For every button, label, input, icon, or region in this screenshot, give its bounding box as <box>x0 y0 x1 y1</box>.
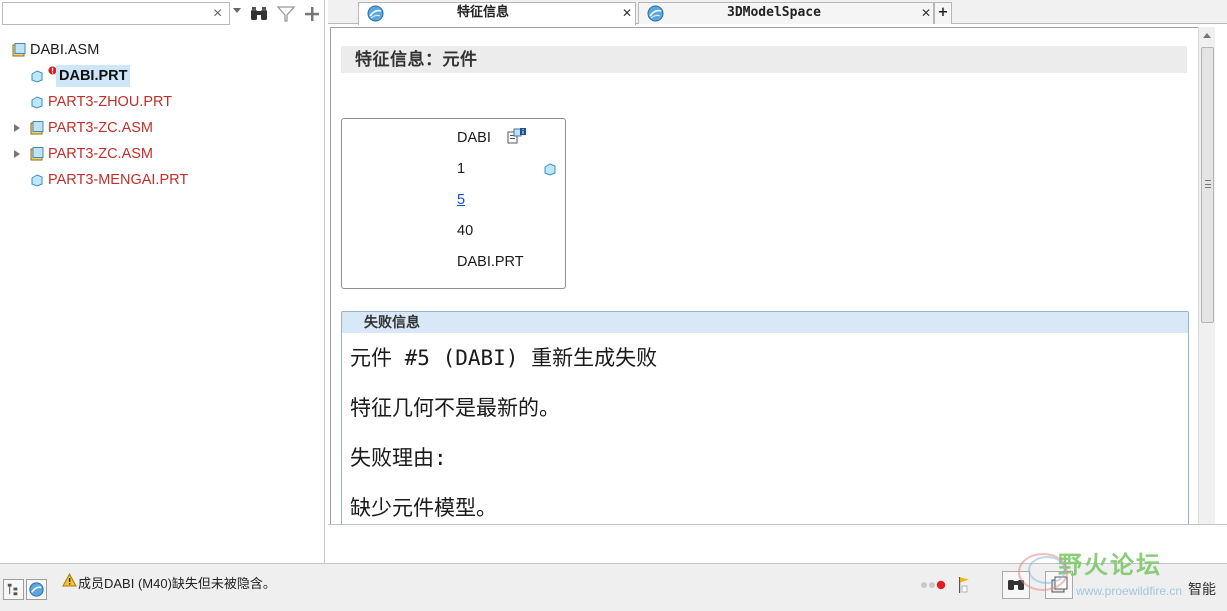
binoculars-icon[interactable] <box>249 4 269 24</box>
browser-globe-icon <box>647 5 664 22</box>
component-info-box: 装配 名称: DABI 元件编号: 1 特征编号: 5 内部特征ID <box>341 118 566 289</box>
warning-icon <box>62 573 77 587</box>
filter-icon[interactable] <box>276 4 296 24</box>
part-icon <box>31 70 43 83</box>
failure-line: 特征几何不是最新的。 <box>350 396 560 420</box>
tab-3d-model-space[interactable]: 3DModelSpace ✕ <box>638 2 934 24</box>
expand-arrow-icon[interactable] <box>14 150 20 158</box>
chevron-down-icon[interactable] <box>233 8 241 13</box>
part-icon <box>31 174 43 187</box>
tab-feature-info[interactable]: 特征信息 ✕ <box>358 2 636 25</box>
info-value: DABI <box>457 130 491 146</box>
tree-item-label: PART3-MENGAI.PRT <box>48 172 189 188</box>
close-tab-icon[interactable]: ✕ <box>622 3 632 23</box>
feature-info-page: 特征信息：元件 装配 名称: DABI 元件编号: 1 特征编号: 5 <box>330 27 1198 524</box>
tree-toggle-icon[interactable] <box>3 579 24 600</box>
model-tree-toolbar: × <box>0 0 325 28</box>
browser-toggle-icon[interactable] <box>26 579 47 600</box>
flag-icon[interactable] <box>957 576 971 594</box>
grip-icon <box>1205 180 1211 188</box>
assembly-icon <box>30 121 44 135</box>
new-tab-button[interactable]: + <box>934 2 952 24</box>
tree-item-label: PART3-ZHOU.PRT <box>48 94 173 110</box>
tree-item-label: DABI.PRT <box>56 65 131 87</box>
tree-item-part-selected[interactable]: DABI.PRT <box>28 65 308 87</box>
vertical-scrollbar[interactable] <box>1198 27 1215 524</box>
tree-item-subassembly[interactable]: PART3-ZC.ASM <box>14 117 308 139</box>
window-edge <box>1215 27 1227 524</box>
tree-item-root-assembly[interactable]: DABI.ASM <box>10 39 310 61</box>
tree-search-input[interactable]: × <box>2 2 230 25</box>
watermark-url: www.proewildfire.cn <box>1076 584 1183 598</box>
tree-item-label: PART3-ZC.ASM <box>48 120 154 136</box>
tab-label: 特征信息 <box>457 5 510 20</box>
tree-item-subassembly[interactable]: PART3-ZC.ASM <box>14 143 308 165</box>
regen-status-icon[interactable] <box>920 580 948 590</box>
failure-line: 缺少元件模型。 <box>350 496 497 520</box>
tree-item-part[interactable]: PART3-ZHOU.PRT <box>28 91 308 113</box>
browser-globe-icon <box>367 5 384 22</box>
info-value: DABI.PRT <box>457 254 524 270</box>
failure-line: 失败理由: <box>350 446 447 470</box>
tree-item-label: PART3-ZC.ASM <box>48 146 154 162</box>
watermark-logo-icon <box>1018 553 1068 591</box>
browser-tab-strip: 特征信息 ✕ 3DModelSpace ✕ + <box>328 0 1227 25</box>
page-title: 特征信息：元件 <box>341 46 1187 73</box>
status-text: 成员DABI (M40)缺失但未被隐含。 <box>78 576 276 591</box>
feature-number-link[interactable]: 5 <box>457 190 465 210</box>
failure-info-header: 失败信息 <box>342 312 1188 333</box>
part-icon <box>31 96 43 109</box>
info-value: 1 <box>457 161 466 177</box>
failure-line: 元件 #5 (DABI) 重新生成失败 <box>350 346 658 370</box>
tab-label: 3DModelSpace <box>727 5 821 20</box>
smart-filter-label[interactable]: 智能 <box>1188 579 1216 599</box>
model-tree-panel: × DABI.ASM DABI.PRT PART3-ZHOU.PRT PART3… <box>0 0 325 563</box>
assembly-icon <box>12 43 26 57</box>
scrollbar-thumb[interactable] <box>1201 47 1214 323</box>
failure-info-box: 失败信息 元件 #5 (DABI) 重新生成失败 特征几何不是最新的。 失败理由… <box>341 311 1189 524</box>
plus-icon[interactable] <box>302 4 322 24</box>
tree-item-label: DABI.ASM <box>30 42 100 58</box>
part-icon[interactable] <box>543 162 557 176</box>
plus-icon: + <box>937 5 949 20</box>
info-value: 40 <box>457 223 474 239</box>
close-tab-icon[interactable]: ✕ <box>921 3 931 23</box>
scroll-up-icon[interactable] <box>1203 33 1211 38</box>
expand-arrow-icon[interactable] <box>14 124 20 132</box>
assembly-icon <box>30 147 44 161</box>
assembly-info-icon[interactable] <box>507 128 527 146</box>
tree-item-part[interactable]: PART3-MENGAI.PRT <box>28 169 308 191</box>
clear-icon[interactable]: × <box>213 6 222 22</box>
